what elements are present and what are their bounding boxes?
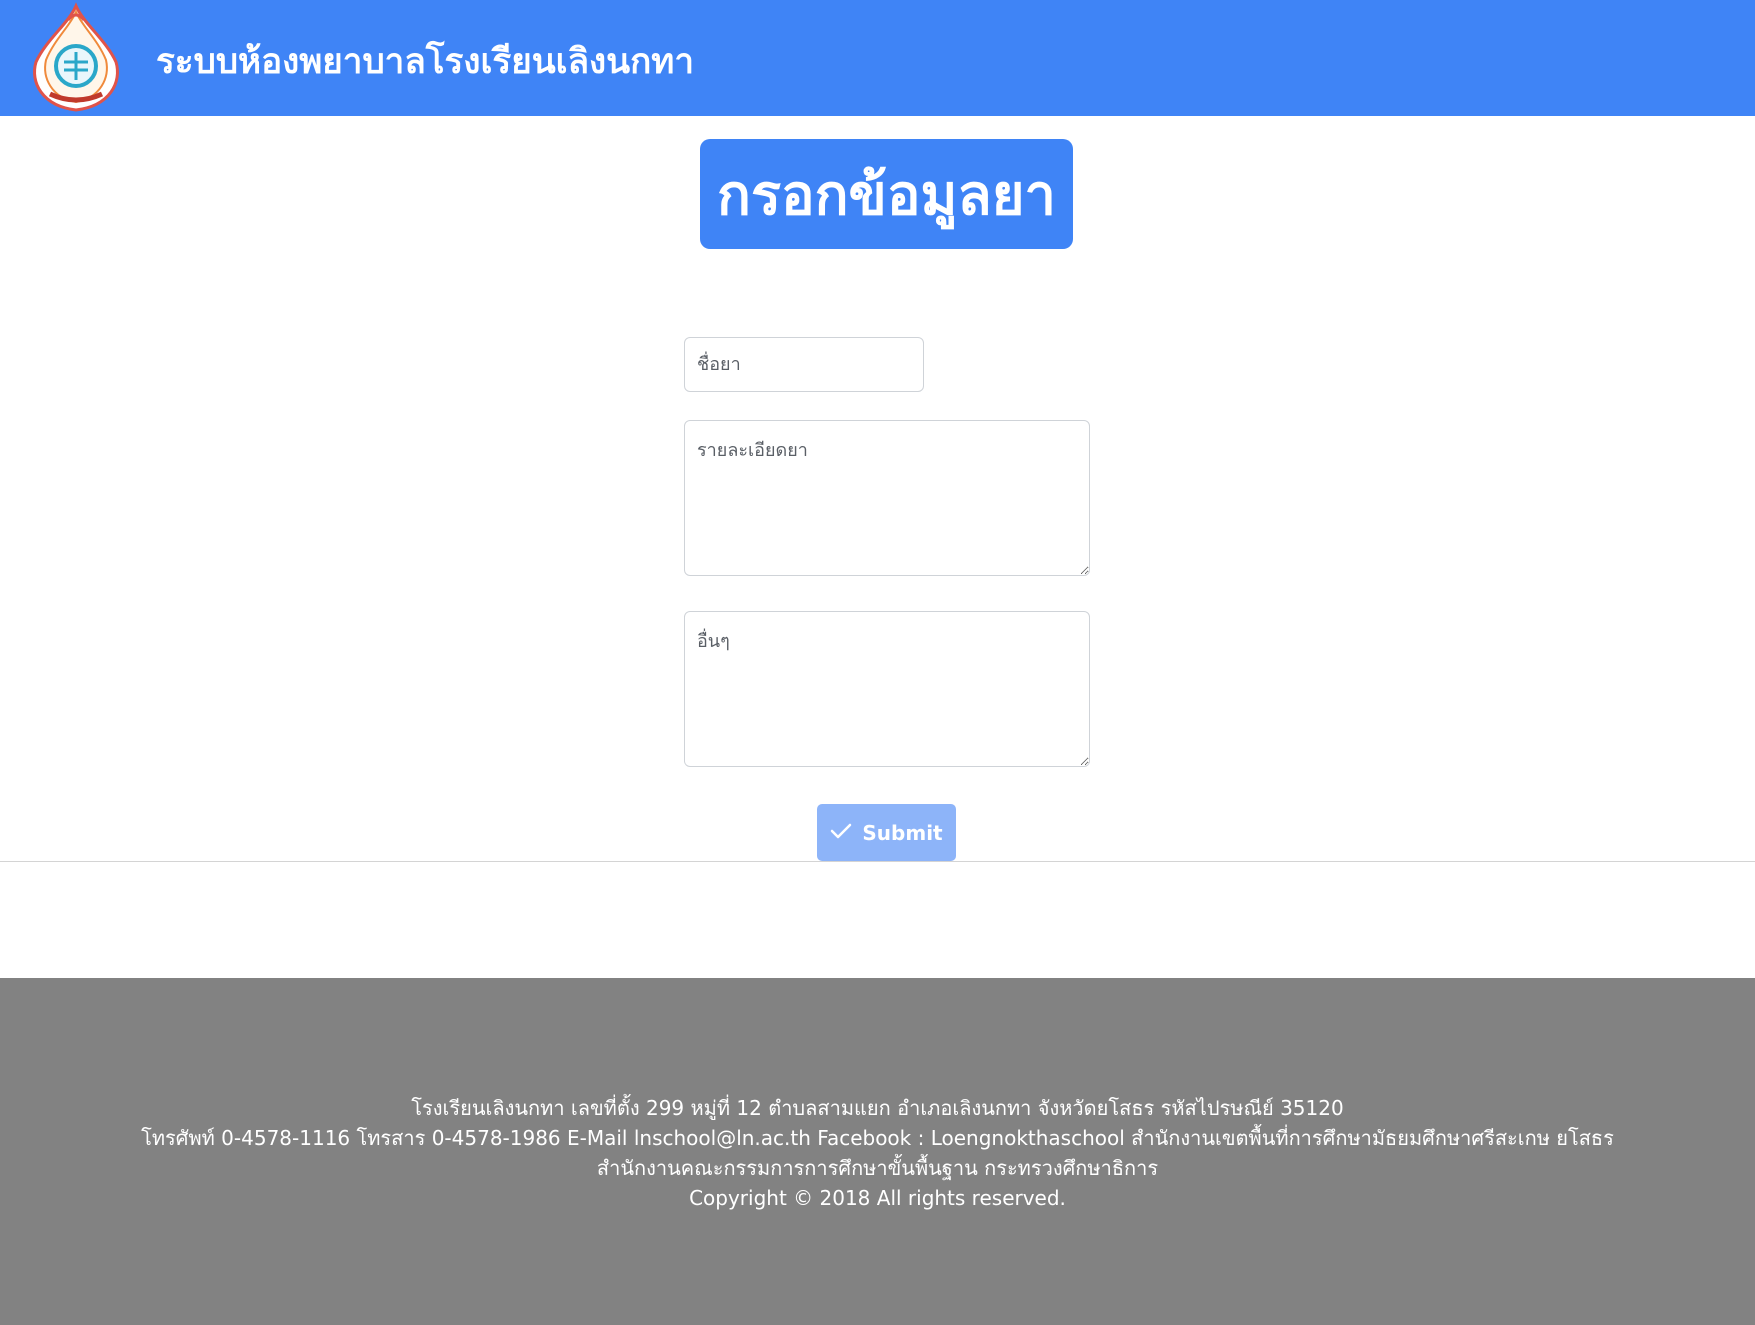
submit-button[interactable]: Submit	[817, 804, 956, 861]
drug-other-textarea[interactable]	[684, 611, 1090, 767]
drug-name-input[interactable]	[684, 337, 924, 392]
site-header: ระบบห้องพยาบาลโรงเรียนเลิงนกทา	[0, 0, 1755, 116]
school-emblem-logo[interactable]	[28, 2, 124, 114]
drug-detail-textarea[interactable]	[684, 420, 1090, 576]
footer-address: โรงเรียนเลิงนกทา เลขที่ตั้ง 299 หมู่ที่ …	[411, 1096, 1344, 1120]
site-footer: โรงเรียนเลิงนกทา เลขที่ตั้ง 299 หมู่ที่ …	[0, 978, 1755, 1325]
content-divider	[0, 861, 1755, 862]
page-title: กรอกข้อมูลยา	[700, 139, 1073, 249]
footer-contact: โทรศัพท์ 0-4578-1116 โทรสาร 0-4578-1986 …	[141, 1126, 1614, 1150]
check-icon	[830, 821, 852, 845]
footer-office: สำนักงานคณะกรรมการการศึกษาขั้นพื้นฐาน กร…	[596, 1156, 1159, 1180]
submit-label: Submit	[862, 820, 943, 845]
footer-copyright: Copyright © 2018 All rights reserved.	[689, 1186, 1066, 1210]
site-title: ระบบห้องพยาบาลโรงเรียนเลิงนกทา	[156, 42, 694, 82]
